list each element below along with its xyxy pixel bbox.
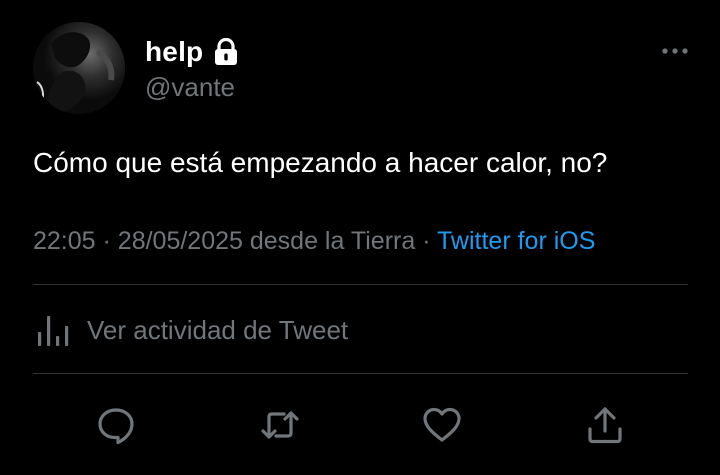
more-options-button[interactable]: [660, 40, 690, 62]
reply-icon: [98, 408, 134, 445]
divider: [33, 284, 688, 285]
author-display-name[interactable]: help: [145, 36, 203, 68]
tweet-text: Cómo que está empezando a hacer calor, n…: [33, 147, 608, 178]
tweet-activity-label: Ver actividad de Tweet: [87, 314, 349, 345]
tweet-meta: 22:05 · 28/05/2025 desde la Tierra · Twi…: [33, 226, 595, 256]
share-button[interactable]: [580, 400, 630, 450]
retweet-button[interactable]: [255, 400, 305, 450]
author-name-row: help: [145, 34, 239, 70]
tweet-action-bar: [0, 400, 720, 450]
heart-icon: [423, 407, 461, 442]
meta-separator: ·: [102, 227, 111, 255]
tweet-date[interactable]: 28/05/2025: [118, 227, 243, 255]
like-button[interactable]: [417, 400, 467, 450]
meta-separator: ·: [422, 227, 431, 255]
retweet-icon: [261, 411, 299, 439]
tweet-activity-button[interactable]: Ver actividad de Tweet: [33, 308, 348, 352]
author-handle[interactable]: @vante: [145, 72, 235, 103]
tweet-detail: help @vante Cómo que está empezando a ha…: [0, 0, 720, 475]
avatar[interactable]: [33, 22, 125, 114]
lock-icon: [213, 37, 239, 66]
tweet-location: desde la Tierra: [249, 227, 416, 255]
divider: [33, 373, 688, 374]
bar-chart-icon: [38, 316, 69, 346]
reply-button[interactable]: [91, 400, 141, 450]
avatar-photo: [33, 22, 125, 114]
share-icon: [588, 407, 622, 444]
more-dots-icon: [662, 48, 688, 54]
tweet-time[interactable]: 22:05: [33, 227, 96, 255]
tweet-source-link[interactable]: Twitter for iOS: [437, 227, 595, 255]
